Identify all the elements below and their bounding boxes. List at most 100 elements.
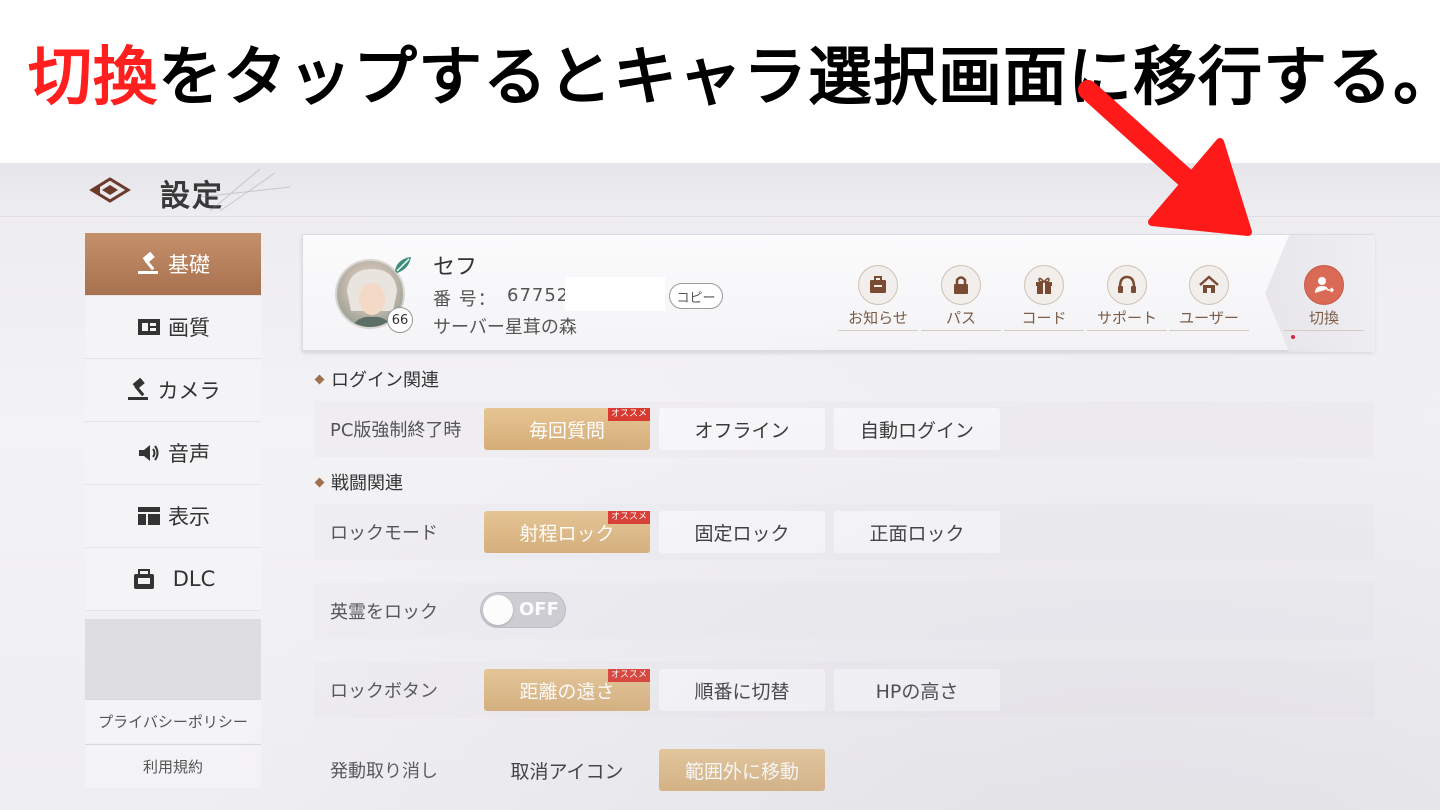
quick-label: ユーザー [1169,307,1249,331]
player-id-label: 番 号： [433,289,497,310]
option-fixed-lock[interactable]: 固定ロック [659,511,825,553]
option-label: 距離の遠さ [519,680,615,703]
leaf-emblem-icon [395,257,411,273]
redacted-area [565,277,665,311]
recommended-badge: オススメ [607,669,650,682]
privacy-policy-link[interactable]: プライバシーポリシー [85,699,261,743]
row-label: 発動取り消し [330,761,438,782]
quick-label: サポート [1087,307,1167,331]
option-cycle[interactable]: 順番に切替 [659,669,825,711]
level-badge: 66 [387,307,413,333]
sidebar-empty-area [85,619,261,699]
terms-link[interactable]: 利用規約 [85,744,261,788]
server-name: サーバー星茸の森 [433,317,577,338]
sidebar-item-label: 音声 [168,442,210,466]
quick-label: 切換 [1284,307,1364,331]
sidebar-item-label: カメラ [157,379,221,403]
player-id: 67752 [507,285,570,306]
notice-icon [870,276,886,293]
section-title-text: ログイン関連 [331,370,439,391]
option-label: 固定ロック [694,522,790,545]
hero-lock-toggle[interactable]: OFF [480,592,566,628]
title-decoration-icon [200,168,290,212]
quick-icon-wrap [858,265,898,305]
recommended-badge: オススメ [607,408,650,421]
switch-character-button[interactable]: 切換 [1284,265,1364,331]
row-label: 英霊をロック [330,602,438,623]
notification-dot [1291,335,1295,339]
option-label: 取消アイコン [510,760,624,783]
quick-icon-wrap [1304,265,1344,305]
option-label: HPの高さ [875,680,959,703]
toggle-state: OFF [519,599,559,620]
quick-icon-wrap [1107,265,1147,305]
option-cancel-icon[interactable]: 取消アイコン [484,749,650,791]
quick-label: お知らせ [838,307,918,331]
bag-icon [133,569,154,589]
quick-label: コード [1004,307,1084,331]
caption-highlight: 切換 [28,41,158,115]
switch-user-icon [1315,277,1335,293]
user-button[interactable]: ユーザー [1169,265,1249,331]
option-label: オフライン [694,419,790,442]
profile-card: 66 セフ 番 号： 67752 コピー サーバー星茸の森 お知らせ パス コー… [302,234,1375,352]
sidebar-item-basic[interactable]: 基礎 [85,233,261,296]
row-label: ロックモード [330,523,438,544]
back-arrow-icon[interactable] [88,175,132,205]
headset-icon [1118,275,1136,293]
player-name: セフ [433,255,478,280]
quick-label: パス [921,307,1001,331]
camera-icon [127,378,148,400]
option-offline[interactable]: オフライン [659,408,825,450]
support-button[interactable]: サポート [1087,265,1167,331]
root: 切換をタップするとキャラ選択画面に移行する。 設定 基礎 画質 カメラ 音声 表… [0,0,1440,810]
layout-icon [138,507,160,525]
sidebar-item-quality[interactable]: 画質 [85,296,261,359]
row-pc-exit: PC版強制終了時 毎回質問 オススメ オフライン 自動ログイン [314,401,1374,457]
sidebar-item-label: 基礎 [168,253,210,277]
toggle-knob [483,595,513,625]
lock-icon [954,276,968,294]
sidebar-item-label: DLC [172,567,216,591]
code-button[interactable]: コード [1004,265,1084,331]
settings-screen: 設定 基礎 画質 カメラ 音声 表示 DLC プライバシーポリシー 利用規約 6… [0,163,1440,810]
caption-banner: 切換をタップするとキャラ選択画面に移行する。 [0,0,1440,163]
sidebar: 基礎 画質 カメラ 音声 表示 DLC プライバシーポリシー 利用規約 [85,233,261,790]
caption-rest: をタップするとキャラ選択画面に移行する。 [158,41,1440,115]
copy-id-button[interactable]: コピー [669,283,723,309]
section-battle: 戦闘関連 [314,469,403,495]
quick-icon-wrap [1189,265,1229,305]
option-label: 射程ロック [519,522,615,545]
top-bar: 設定 [0,163,1440,217]
option-auto-login[interactable]: 自動ログイン [834,408,1000,450]
sidebar-item-audio[interactable]: 音声 [85,422,261,485]
sidebar-item-camera[interactable]: カメラ [85,359,261,422]
hammer-icon [138,252,158,274]
sidebar-item-dlc[interactable]: DLC [85,548,261,611]
option-hp-high[interactable]: HPの高さ [834,669,1000,711]
option-front-lock[interactable]: 正面ロック [834,511,1000,553]
sidebar-item-label: 画質 [168,316,210,340]
speaker-icon [139,445,159,461]
sidebar-item-label: 表示 [168,505,210,529]
row-lock-mode: ロックモード 射程ロック オススメ 固定ロック 正面ロック [314,504,1374,560]
option-move-out-of-range[interactable]: 範囲外に移動 [659,749,825,791]
sidebar-item-display[interactable]: 表示 [85,485,261,548]
gift-icon [1036,277,1052,294]
row-hero-lock: 英霊をロック OFF [314,583,1374,639]
option-label: 自動ログイン [859,419,974,442]
diamond-bullet-icon [314,374,325,384]
option-label: 毎回質問 [528,419,605,442]
notice-button[interactable]: お知らせ [838,265,918,331]
option-range-lock[interactable]: 射程ロック オススメ [484,511,650,553]
option-distance[interactable]: 距離の遠さ オススメ [484,669,650,711]
quick-icon-wrap [1024,265,1064,305]
option-label: 正面ロック [869,522,965,545]
display-quality-icon [138,319,160,335]
caption-text: 切換をタップするとキャラ選択画面に移行する。 [28,26,1440,118]
section-title-text: 戦闘関連 [331,473,403,494]
option-label: 順番に切替 [694,680,790,703]
pass-button[interactable]: パス [921,265,1001,331]
row-cancel-cast: 発動取り消し 取消アイコン 範囲外に移動 [314,742,1374,798]
option-ask-every-time[interactable]: 毎回質問 オススメ [484,408,650,450]
